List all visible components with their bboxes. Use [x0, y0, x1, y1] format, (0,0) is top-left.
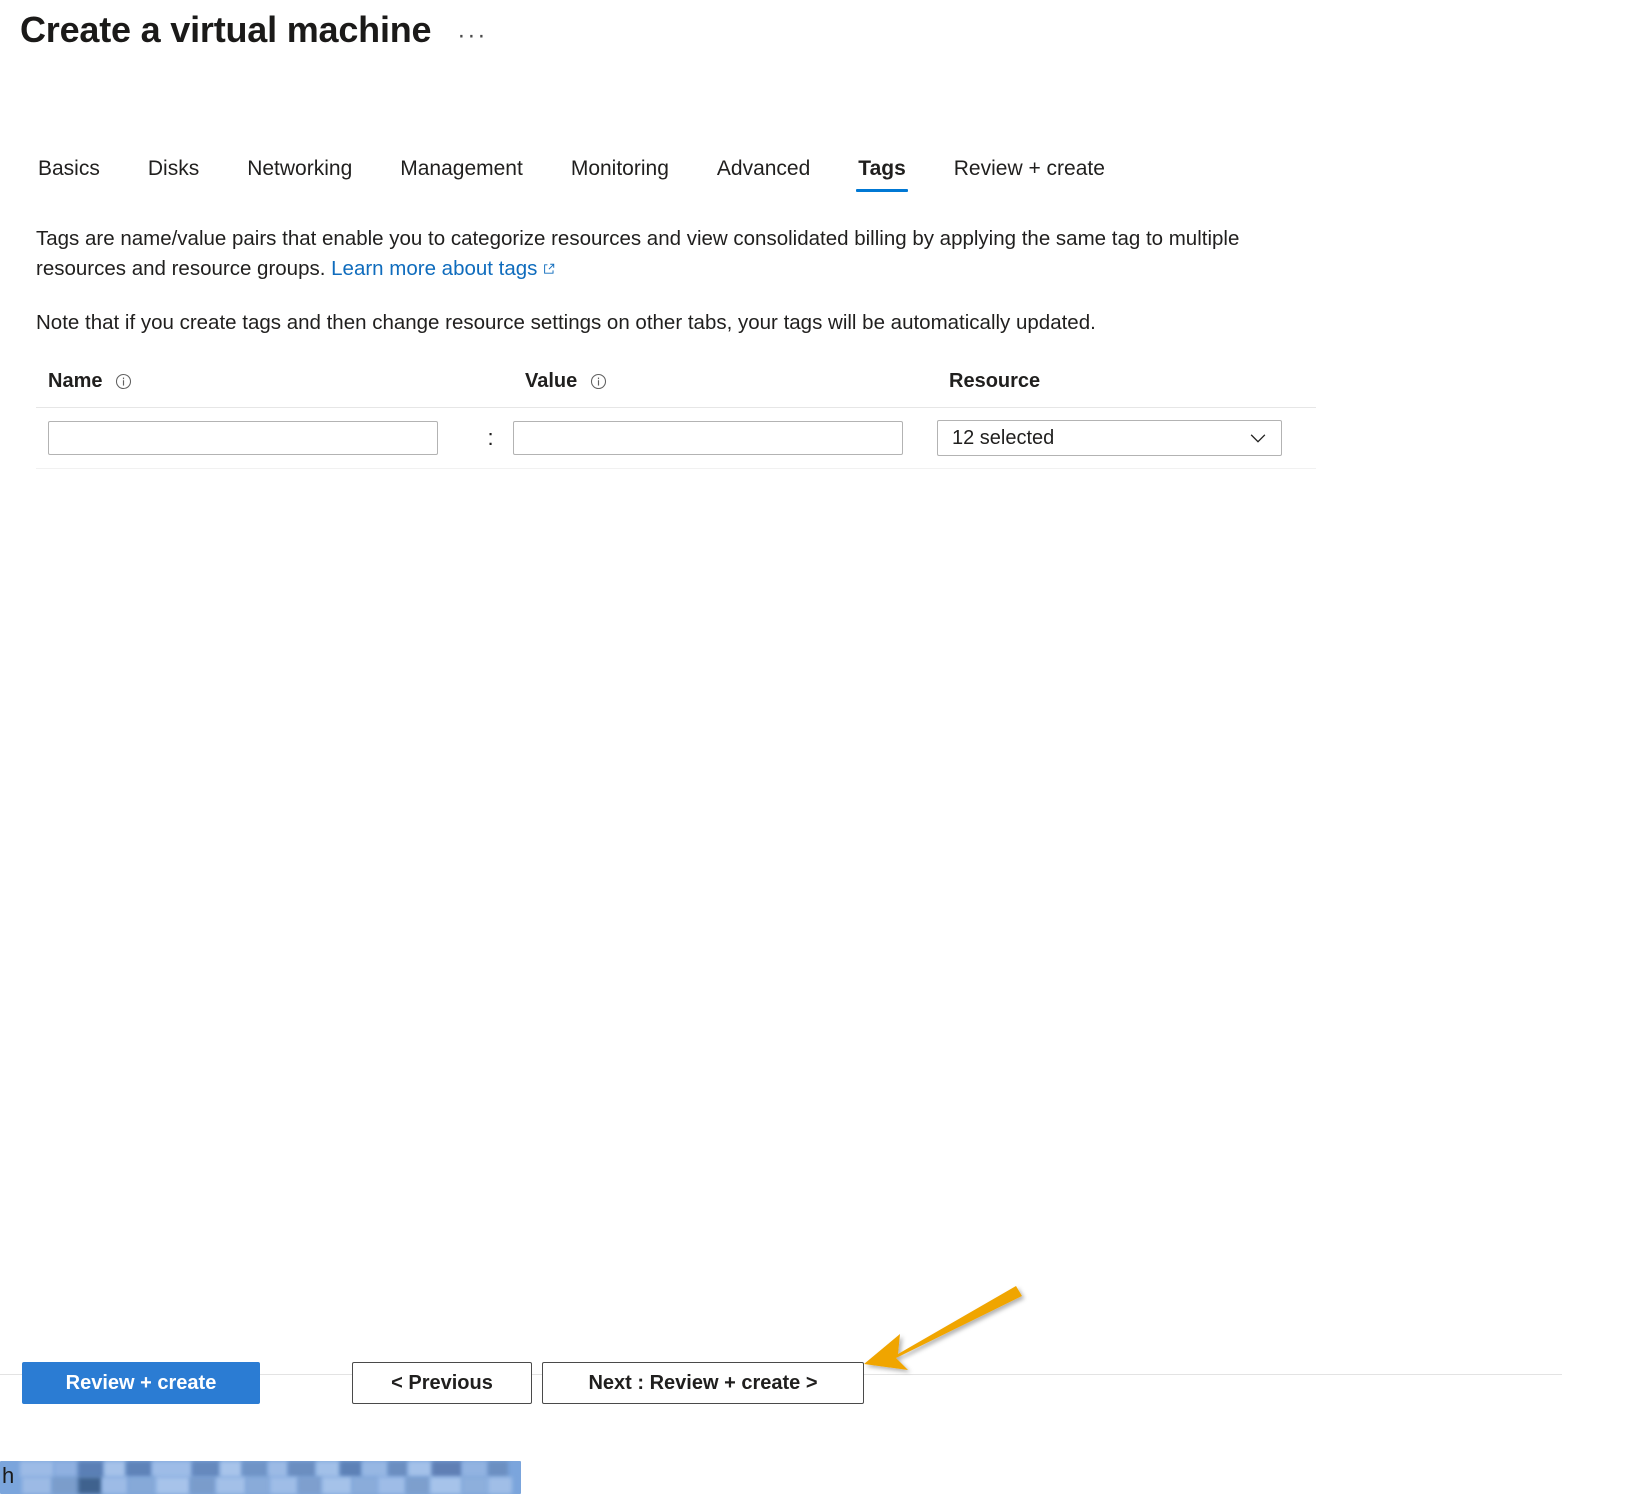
blurred-taskbar-strip: h: [0, 1461, 521, 1494]
tab-monitoring[interactable]: Monitoring: [547, 152, 693, 196]
tag-name-cell: [36, 421, 468, 455]
tab-networking[interactable]: Networking: [223, 152, 376, 196]
taskbar-glyph: h: [2, 1463, 15, 1488]
tab-review-create[interactable]: Review + create: [930, 152, 1129, 196]
external-link-icon: [542, 255, 556, 275]
info-icon[interactable]: [115, 373, 132, 390]
column-header-name-label: Name: [48, 370, 103, 392]
tag-value-cell: [513, 421, 923, 455]
arrow-annotation-icon: [852, 1280, 1032, 1376]
tag-pair-separator: :: [487, 425, 494, 450]
tab-tags[interactable]: Tags: [834, 152, 929, 196]
column-header-value: Value: [525, 370, 935, 393]
info-icon[interactable]: [590, 373, 607, 390]
resource-select-dropdown[interactable]: 12 selected: [937, 420, 1282, 456]
tab-basics[interactable]: Basics: [24, 152, 124, 196]
column-header-resource: Resource: [935, 370, 1316, 393]
tab-disks[interactable]: Disks: [124, 152, 223, 196]
tag-value-input[interactable]: [513, 421, 903, 455]
column-header-resource-label: Resource: [949, 370, 1041, 392]
tags-grid-header: Name Value Resource: [36, 370, 1316, 408]
resource-selected-label: 12 selected: [952, 426, 1055, 449]
column-header-name: Name: [36, 370, 480, 393]
tag-resource-cell: 12 selected: [923, 420, 1316, 456]
tags-grid: Name Value Resource: 12 selected: [36, 370, 1316, 469]
page-title: Create a virtual machine: [20, 9, 432, 50]
previous-button[interactable]: < Previous: [352, 1362, 532, 1404]
chevron-down-icon: [1247, 427, 1269, 449]
review-create-button[interactable]: Review + create: [22, 1362, 260, 1404]
tags-intro-text: Tags are name/value pairs that enable yo…: [36, 224, 1286, 285]
next-review-create-button[interactable]: Next : Review + create >: [542, 1362, 864, 1404]
tab-management[interactable]: Management: [376, 152, 547, 196]
tags-note-text: Note that if you create tags and then ch…: [36, 311, 1096, 334]
table-row: : 12 selected: [36, 408, 1316, 469]
tab-advanced[interactable]: Advanced: [693, 152, 834, 196]
column-header-value-label: Value: [525, 370, 578, 392]
tabstrip: Basics Disks Networking Management Monitorin…: [24, 152, 1129, 196]
tags-intro-sentence: Tags are name/value pairs that enable yo…: [36, 227, 1240, 281]
learn-more-about-tags-link[interactable]: Learn more about tags: [331, 257, 556, 280]
learn-more-label: Learn more about tags: [331, 257, 538, 281]
more-options-ellipsis-icon[interactable]: ···: [457, 12, 487, 48]
page-header: Create a virtual machine ···: [20, 8, 487, 51]
tag-name-input[interactable]: [48, 421, 438, 455]
